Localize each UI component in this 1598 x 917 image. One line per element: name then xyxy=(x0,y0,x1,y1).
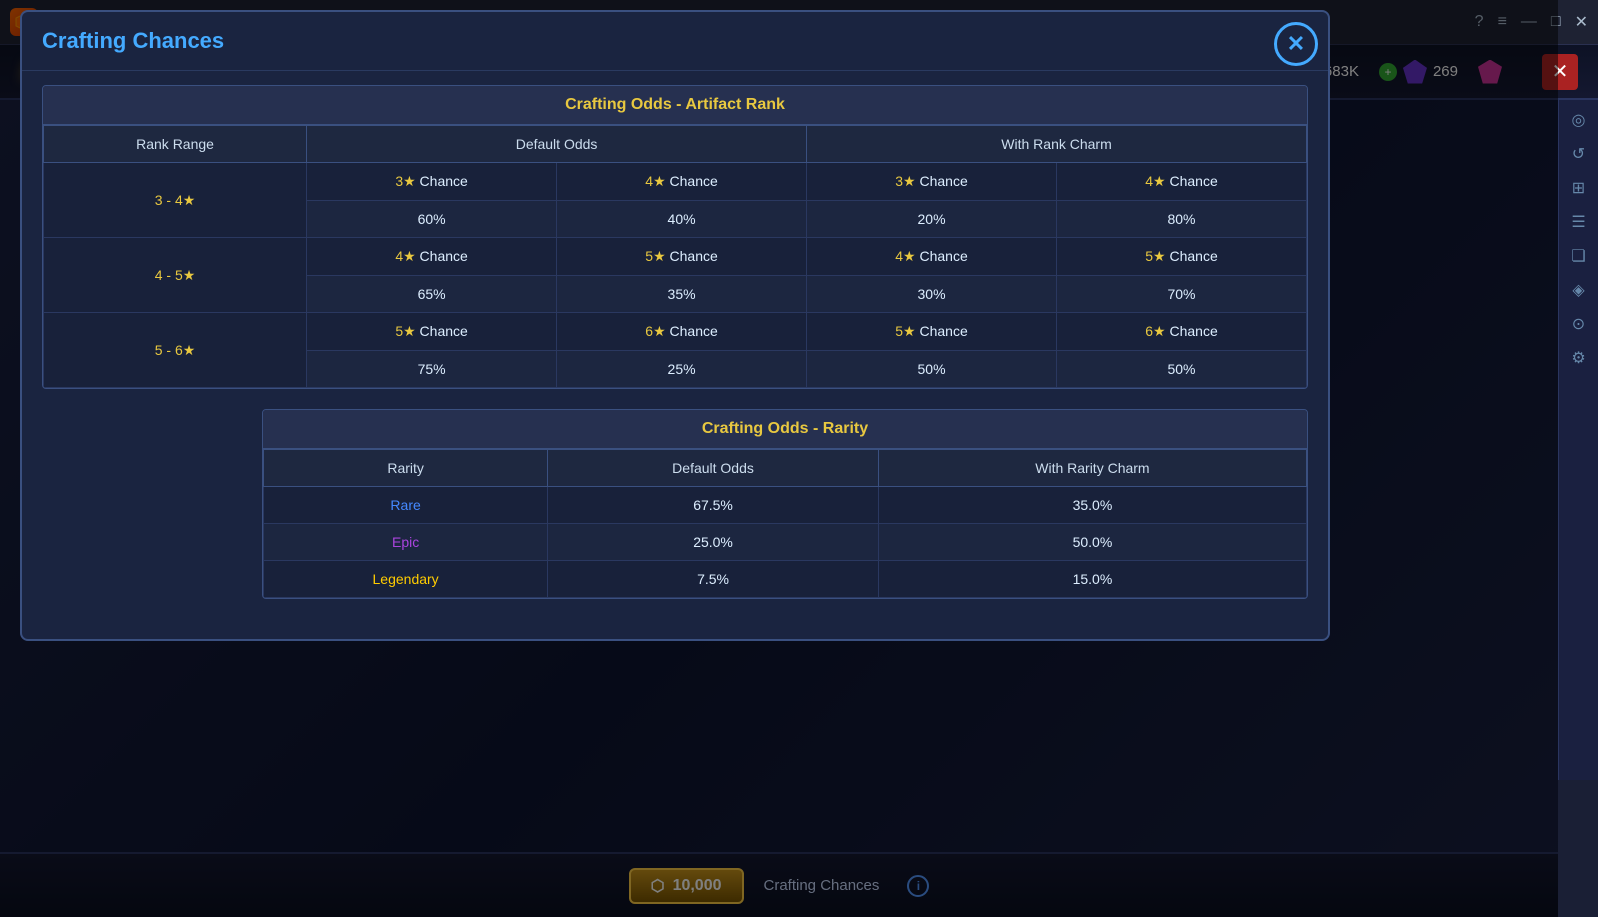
rarity-legendary: Legendary xyxy=(264,561,548,598)
sidebar-icon-3[interactable]: ⊞ xyxy=(1572,178,1585,198)
col-with-rank-charm: With Rank Charm xyxy=(807,126,1307,163)
sub-col-default-4-3: 6★ Chance xyxy=(557,313,807,351)
val-charm-4-1: 80% xyxy=(1057,201,1307,238)
table-row: Epic 25.0% 50.0% xyxy=(264,524,1307,561)
val-default-3-2: 65% xyxy=(307,276,557,313)
modal-title: Crafting Chances xyxy=(42,28,224,53)
sidebar-icon-7[interactable]: ⊙ xyxy=(1572,314,1585,334)
table-row: Legendary 7.5% 15.0% xyxy=(264,561,1307,598)
rarity-table-wrapper: Crafting Odds - Rarity Rarity Default Od… xyxy=(262,409,1308,599)
rank-range-3: 5 - 6★ xyxy=(44,313,307,388)
sub-col-charm-3-2: 4★ Chance xyxy=(807,238,1057,276)
modal-close-button[interactable]: ✕ xyxy=(1274,22,1318,66)
val-charm-3-1: 20% xyxy=(807,201,1057,238)
artifact-rank-table-wrapper: Crafting Odds - Artifact Rank Rank Range… xyxy=(42,85,1308,389)
sub-col-charm-4-2: 5★ Chance xyxy=(1057,238,1307,276)
modal-overlay: Crafting Chances ✕ Crafting Odds - Artif… xyxy=(0,0,1558,917)
table-row: 5 - 6★ 5★ Chance 6★ Chance 5★ Chance 6★ … xyxy=(44,313,1307,351)
sidebar-icon-2[interactable]: ↺ xyxy=(1572,144,1585,164)
sub-col-default-4-1: 4★ Chance xyxy=(557,163,807,201)
rarity-table-title: Crafting Odds - Rarity xyxy=(263,410,1307,449)
rarity-section: Crafting Odds - Rarity Rarity Default Od… xyxy=(262,409,1308,599)
artifact-rank-table-title: Crafting Odds - Artifact Rank xyxy=(43,86,1307,125)
rarity-table: Rarity Default Odds With Rarity Charm Ra… xyxy=(263,449,1307,598)
table-row: 3 - 4★ 3★ Chance 4★ Chance 3★ Chance 4★ … xyxy=(44,163,1307,201)
val-default-3-1: 60% xyxy=(307,201,557,238)
close-app-icon[interactable]: ✕ xyxy=(1575,12,1588,32)
table-row: Rare 67.5% 35.0% xyxy=(264,487,1307,524)
sub-col-charm-3-1: 3★ Chance xyxy=(807,163,1057,201)
rank-range-1: 3 - 4★ xyxy=(44,163,307,238)
rank-range-2: 4 - 5★ xyxy=(44,238,307,313)
col-rank-range: Rank Range xyxy=(44,126,307,163)
rarity-legendary-default: 7.5% xyxy=(548,561,879,598)
sidebar-icon-6[interactable]: ◈ xyxy=(1572,280,1584,300)
rarity-epic-charm: 50.0% xyxy=(878,524,1306,561)
table-row: 4 - 5★ 4★ Chance 5★ Chance 4★ Chance 5★ … xyxy=(44,238,1307,276)
rarity-epic-default: 25.0% xyxy=(548,524,879,561)
val-default-4-3: 25% xyxy=(557,351,807,388)
rarity-rare-default: 67.5% xyxy=(548,487,879,524)
sub-col-default-4-2: 5★ Chance xyxy=(557,238,807,276)
rarity-col-rarity: Rarity xyxy=(264,450,548,487)
artifact-rank-table: Rank Range Default Odds With Rank Charm … xyxy=(43,125,1307,388)
artifact-rank-section: Crafting Odds - Artifact Rank Rank Range… xyxy=(42,85,1308,389)
modal-header: Crafting Chances xyxy=(22,12,1328,71)
sub-col-charm-3-3: 5★ Chance xyxy=(807,313,1057,351)
val-charm-4-3: 50% xyxy=(1057,351,1307,388)
val-default-4-1: 40% xyxy=(557,201,807,238)
val-charm-3-3: 50% xyxy=(807,351,1057,388)
modal-body: Crafting Odds - Artifact Rank Rank Range… xyxy=(22,71,1328,639)
sub-col-charm-4-3: 6★ Chance xyxy=(1057,313,1307,351)
sidebar-icon-8[interactable]: ⚙ xyxy=(1571,348,1585,368)
rarity-epic: Epic xyxy=(264,524,548,561)
rarity-rare-charm: 35.0% xyxy=(878,487,1306,524)
val-charm-4-2: 70% xyxy=(1057,276,1307,313)
rarity-legendary-charm: 15.0% xyxy=(878,561,1306,598)
rarity-rare: Rare xyxy=(264,487,548,524)
rarity-col-charm: With Rarity Charm xyxy=(878,450,1306,487)
sub-col-default-3-2: 4★ Chance xyxy=(307,238,557,276)
val-default-4-2: 35% xyxy=(557,276,807,313)
sub-col-default-3-1: 3★ Chance xyxy=(307,163,557,201)
sidebar-icon-5[interactable]: ❏ xyxy=(1571,246,1585,266)
col-default-odds: Default Odds xyxy=(307,126,807,163)
sidebar-icon-1[interactable]: ◎ xyxy=(1572,110,1586,130)
val-charm-3-2: 30% xyxy=(807,276,1057,313)
val-default-3-3: 75% xyxy=(307,351,557,388)
rarity-col-default: Default Odds xyxy=(548,450,879,487)
sub-col-charm-4-1: 4★ Chance xyxy=(1057,163,1307,201)
sidebar-icon-4[interactable]: ☰ xyxy=(1571,212,1585,232)
right-sidebar: ◎ ↺ ⊞ ☰ ❏ ◈ ⊙ ⚙ xyxy=(1558,100,1598,780)
crafting-chances-modal: Crafting Chances ✕ Crafting Odds - Artif… xyxy=(20,10,1330,641)
sub-col-default-3-3: 5★ Chance xyxy=(307,313,557,351)
